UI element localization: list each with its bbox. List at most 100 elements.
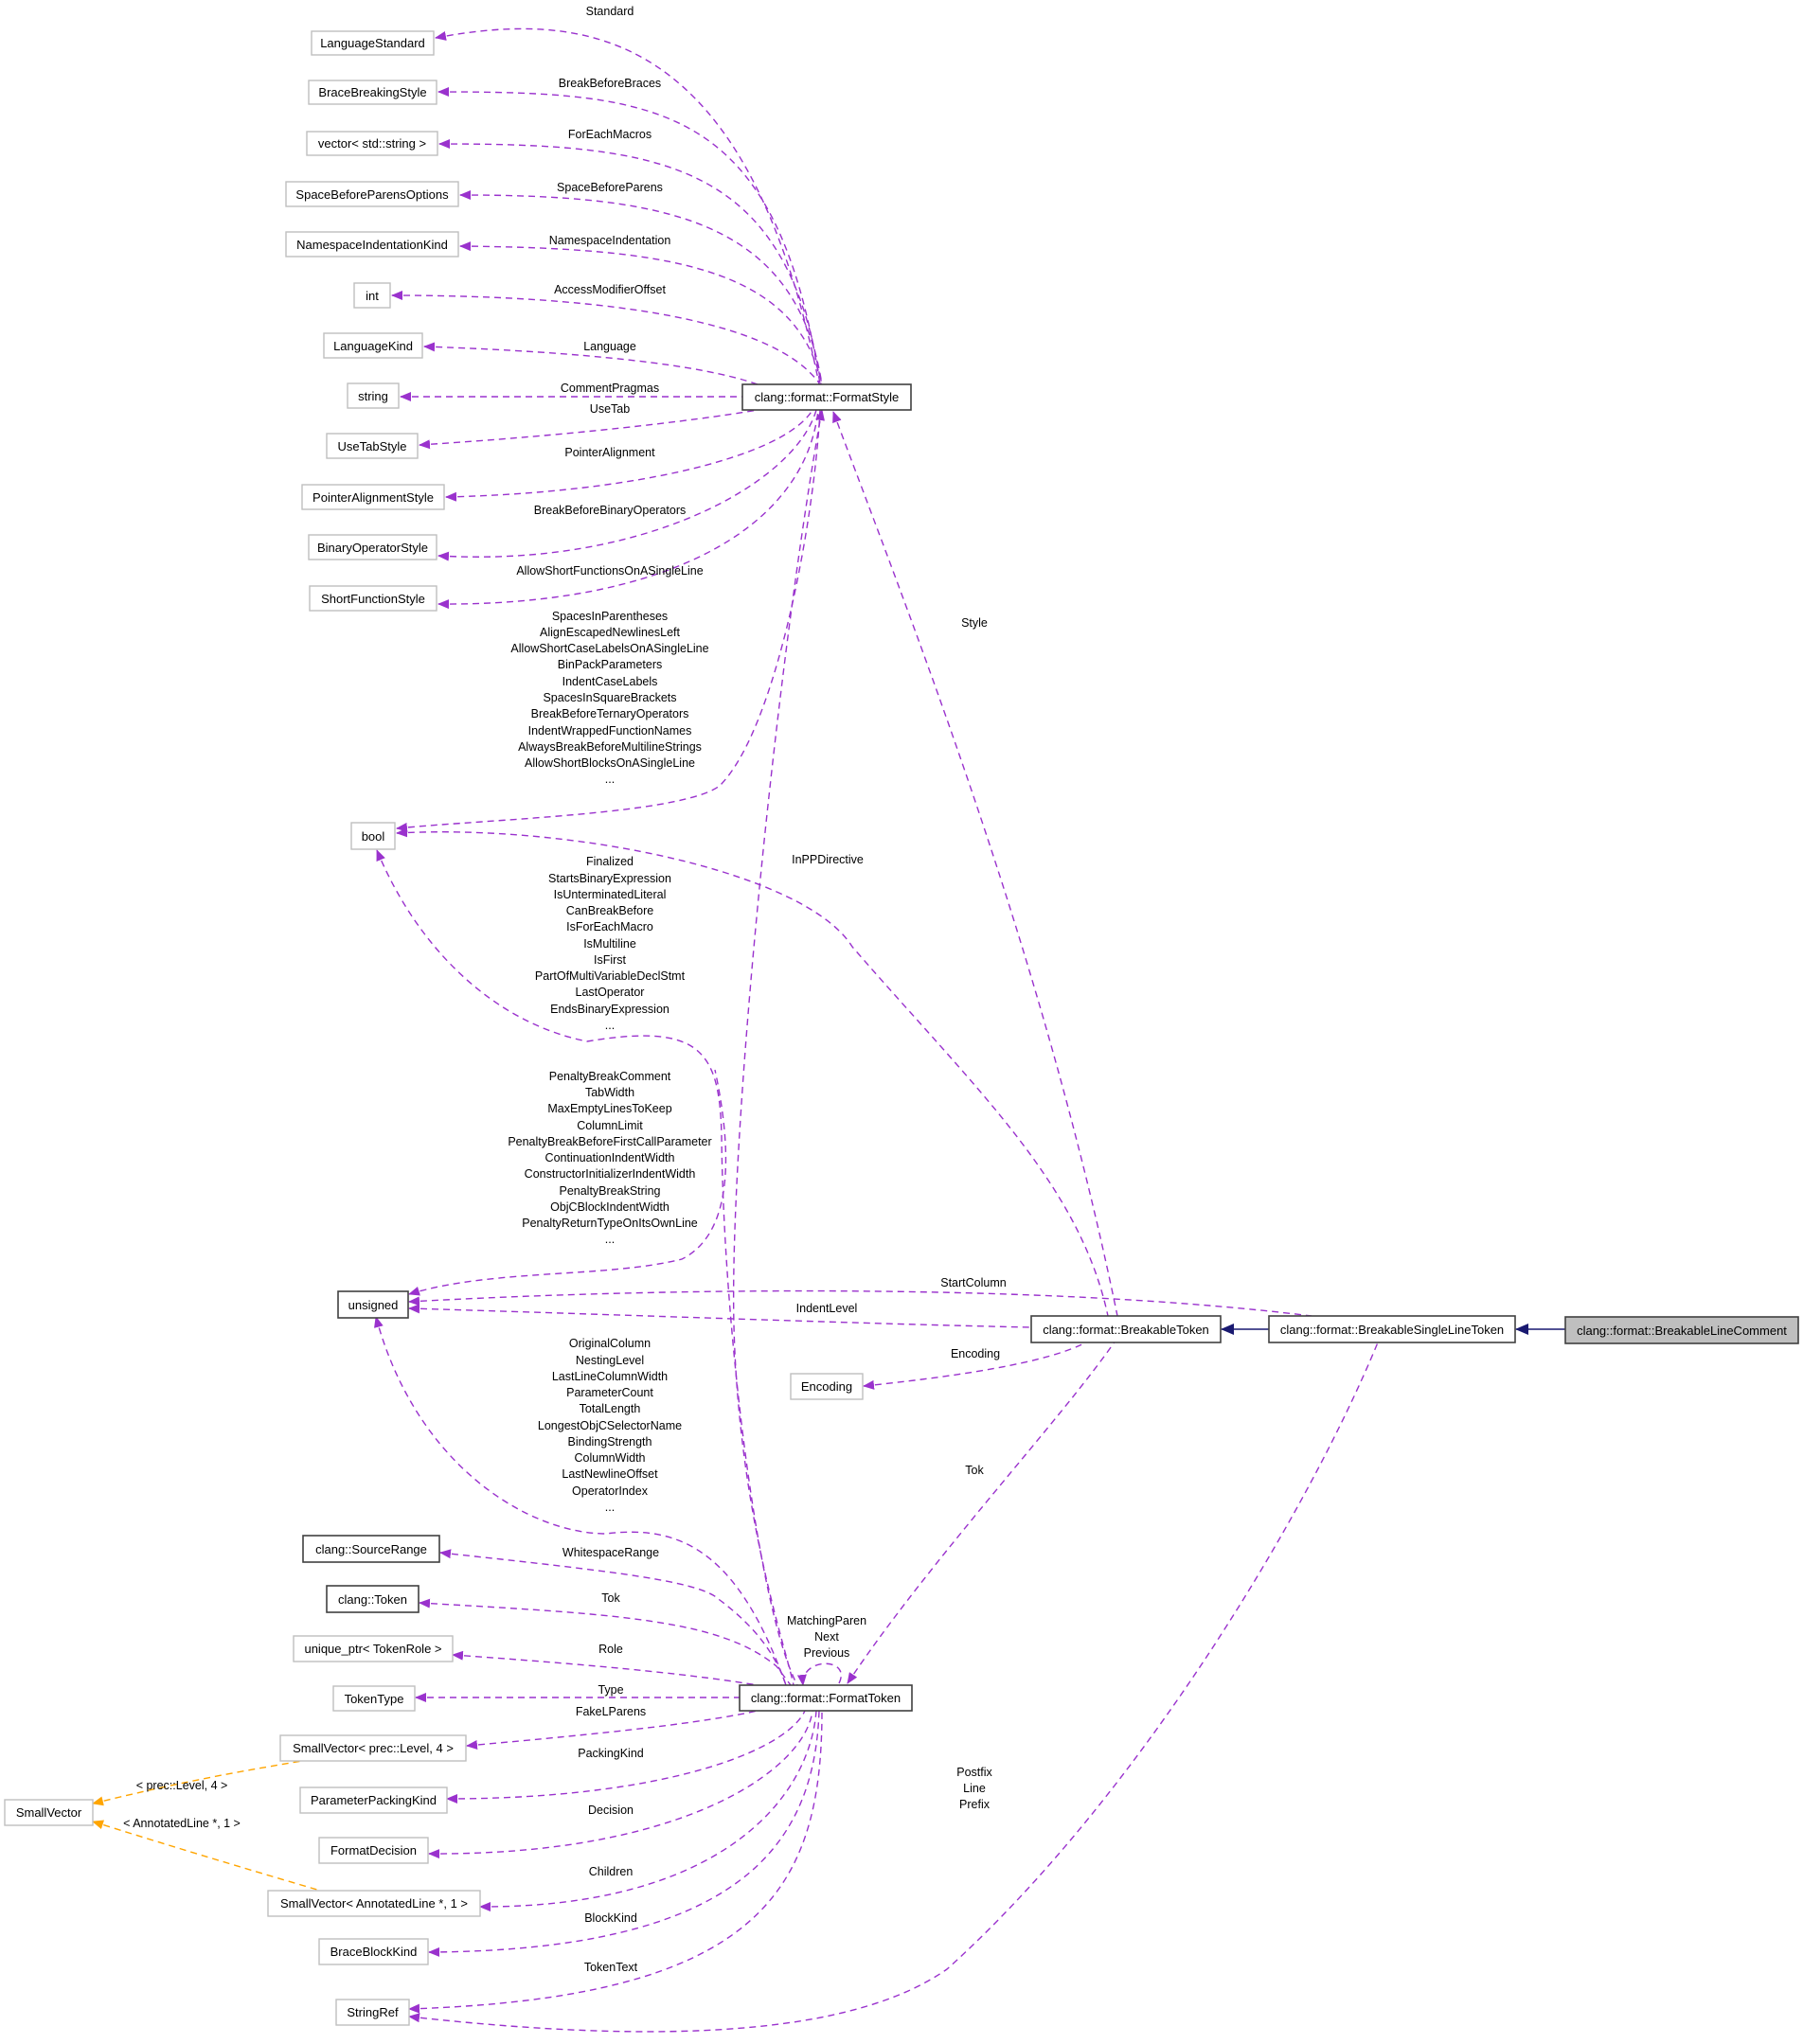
edge-label-line: PenaltyBreakBeforeFirstCallParameter	[508, 1135, 711, 1148]
edge-label-line: AllowShortCaseLabelsOnASingleLine	[510, 642, 708, 655]
edge-label-line: LastOperator	[576, 986, 645, 999]
edge-label-token-bools: Finalized StartsBinaryExpression IsUnter…	[535, 855, 686, 1032]
edge-label-line: ...	[605, 1019, 615, 1032]
edge-label-decision: Decision	[588, 1804, 634, 1817]
node-source-range[interactable]: clang::SourceRange	[302, 1535, 440, 1563]
edge-label-line: Line	[963, 1782, 986, 1795]
edge-label-line: ...	[605, 773, 615, 786]
edge-label-in-pp-directive: InPPDirective	[792, 853, 864, 866]
edge-label-indent-level: IndentLevel	[796, 1302, 858, 1315]
edge-role	[452, 1650, 759, 1686]
edge-label-line: AllowShortBlocksOnASingleLine	[525, 756, 695, 770]
edge-label-line: SpacesInParentheses	[552, 610, 668, 623]
edge-label-line: LastLineColumnWidth	[552, 1370, 668, 1383]
node-format-token[interactable]: clang::format::FormatToken	[739, 1684, 913, 1712]
edge-label-template-annotated: < AnnotatedLine *, 1 >	[123, 1817, 241, 1830]
edge-label-style: Style	[961, 616, 988, 630]
node-language-kind[interactable]: LanguageKind	[323, 332, 423, 359]
node-bool[interactable]: bool	[350, 822, 396, 850]
node-breakable-line-comment[interactable]: clang::format::BreakableLineComment	[1564, 1316, 1799, 1344]
edge-label-line: StartsBinaryExpression	[548, 872, 671, 885]
edge-label-tok-clang: Tok	[601, 1591, 620, 1605]
node-brace-block-kind[interactable]: BraceBlockKind	[318, 1938, 429, 1965]
node-int[interactable]: int	[353, 282, 391, 309]
edge-label-token-text: TokenText	[584, 1961, 638, 1974]
edge-format-style-down	[732, 409, 825, 1686]
edge-label-line: Postfix	[956, 1766, 992, 1779]
edge-label-type: Type	[598, 1683, 623, 1697]
node-label: clang::Token	[338, 1592, 407, 1607]
node-label: bool	[362, 829, 385, 844]
node-label: clang::format::FormatStyle	[755, 390, 899, 404]
edge-label-line: ...	[605, 1501, 615, 1514]
node-use-tab-style[interactable]: UseTabStyle	[326, 433, 419, 459]
node-format-style[interactable]: clang::format::FormatStyle	[741, 383, 912, 411]
node-string-ref[interactable]: StringRef	[335, 1999, 410, 2026]
collaboration-diagram: Standard BreakBeforeBraces ForEachMacros…	[4, 5, 1799, 2033]
edge-label-children: Children	[589, 1865, 634, 1878]
edge-label-standard: Standard	[586, 5, 634, 18]
edge-label-line: MatchingParen	[787, 1614, 866, 1627]
node-parameter-packing-kind[interactable]: ParameterPackingKind	[299, 1786, 448, 1814]
node-label: string	[358, 389, 388, 403]
edge-label-line: AlignEscapedNewlinesLeft	[540, 626, 681, 639]
edge-label-line: IsUnterminatedLiteral	[554, 888, 667, 901]
edge-break-before-binary-operators	[437, 409, 817, 561]
node-label: TokenType	[345, 1692, 404, 1706]
edge-label-line: LastNewlineOffset	[562, 1467, 658, 1481]
node-space-before-parens-options[interactable]: SpaceBeforeParensOptions	[285, 181, 459, 207]
edge-label-line: OperatorIndex	[572, 1484, 649, 1498]
node-vector-string[interactable]: vector< std::string >	[306, 131, 438, 156]
node-clang-token[interactable]: clang::Token	[326, 1585, 420, 1613]
node-label: UseTabStyle	[338, 439, 407, 453]
edge-label-line: CanBreakBefore	[566, 904, 653, 917]
node-breakable-single-line-token[interactable]: clang::format::BreakableSingleLineToken	[1268, 1315, 1516, 1343]
edge-label-line: ColumnLimit	[577, 1119, 643, 1132]
node-label: unique_ptr< TokenRole >	[304, 1642, 441, 1656]
edge-label-line: BreakBeforeTernaryOperators	[531, 707, 689, 720]
node-brace-breaking-style[interactable]: BraceBreakingStyle	[308, 80, 437, 105]
edge-label-packing-kind: PackingKind	[578, 1747, 644, 1760]
node-small-vector-prec[interactable]: SmallVector< prec::Level, 4 >	[279, 1734, 467, 1762]
node-unique-ptr-token-role[interactable]: unique_ptr< TokenRole >	[293, 1635, 454, 1662]
edge-label-line: ContinuationIndentWidth	[545, 1151, 675, 1164]
node-format-decision[interactable]: FormatDecision	[318, 1837, 429, 1864]
node-small-vector[interactable]: SmallVector	[4, 1799, 94, 1826]
node-small-vector-annotated[interactable]: SmallVector< AnnotatedLine *, 1 >	[267, 1890, 481, 1917]
edge-label-line: MaxEmptyLinesToKeep	[547, 1102, 671, 1115]
edge-start-column	[408, 1289, 1312, 1317]
edge-label-line: TabWidth	[585, 1086, 634, 1099]
edge-label-for-each-macros: ForEachMacros	[568, 128, 652, 141]
node-label: vector< std::string >	[318, 136, 426, 151]
node-binary-operator-style[interactable]: BinaryOperatorStyle	[308, 534, 437, 560]
edge-children	[479, 1710, 817, 1912]
node-language-standard[interactable]: LanguageStandard	[311, 30, 435, 56]
node-label: PointerAlignmentStyle	[312, 490, 434, 505]
node-label: unsigned	[348, 1298, 399, 1312]
edge-template-annotated	[92, 1820, 318, 1891]
node-token-type[interactable]: TokenType	[332, 1685, 416, 1712]
edge-label-line: ColumnWidth	[574, 1451, 645, 1465]
node-namespace-indentation-kind[interactable]: NamespaceIndentationKind	[285, 231, 459, 258]
edge-label-line: EndsBinaryExpression	[550, 1003, 669, 1016]
node-label: ShortFunctionStyle	[321, 592, 425, 606]
edge-label-line: IsMultiline	[583, 937, 636, 951]
node-label: LanguageStandard	[320, 36, 425, 50]
edge-label-style-bools: SpacesInParentheses AlignEscapedNewlines…	[510, 610, 708, 786]
edge-label-template-prec: < prec::Level, 4 >	[136, 1779, 228, 1792]
node-breakable-token[interactable]: clang::format::BreakableToken	[1030, 1315, 1222, 1343]
edge-label-line: IsForEachMacro	[566, 920, 653, 933]
edge-self-links	[796, 1662, 842, 1686]
node-string[interactable]: string	[347, 382, 400, 409]
edge-label-line: PenaltyReturnTypeOnItsOwnLine	[522, 1217, 698, 1230]
node-label: int	[366, 289, 379, 303]
edge-label-line: PartOfMultiVariableDeclStmt	[535, 969, 686, 983]
edge-decision	[428, 1710, 813, 1859]
node-label: ParameterPackingKind	[311, 1793, 437, 1807]
node-pointer-alignment-style[interactable]: PointerAlignmentStyle	[301, 484, 445, 510]
node-short-function-style[interactable]: ShortFunctionStyle	[309, 585, 437, 612]
node-encoding[interactable]: Encoding	[790, 1373, 864, 1400]
node-label: clang::format::FormatToken	[751, 1691, 901, 1705]
node-unsigned[interactable]: unsigned	[337, 1290, 409, 1319]
edge-label-token-unsigned: OriginalColumn NestingLevel LastLineColu…	[538, 1337, 682, 1514]
